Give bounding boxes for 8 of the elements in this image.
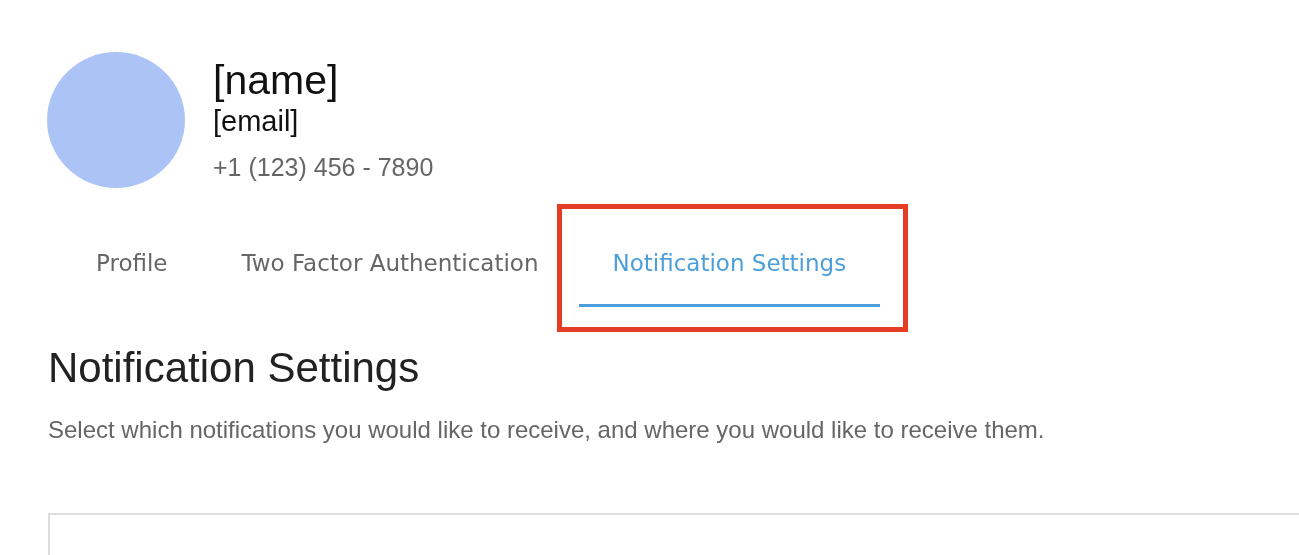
tab[interactable]: Notification Settings (578, 226, 881, 307)
tab[interactable]: Profile (62, 226, 202, 307)
user-phone: +1 (123) 456 - 7890 (213, 152, 434, 182)
user-email: [email] (213, 104, 299, 138)
user-name: [name] (213, 56, 339, 104)
tab[interactable]: Two Factor Authentication (207, 226, 573, 307)
section-title: Notification Settings (48, 343, 421, 393)
section-description: Select which notifications you would like to receive, and where you would like to receive them. (48, 415, 1046, 445)
